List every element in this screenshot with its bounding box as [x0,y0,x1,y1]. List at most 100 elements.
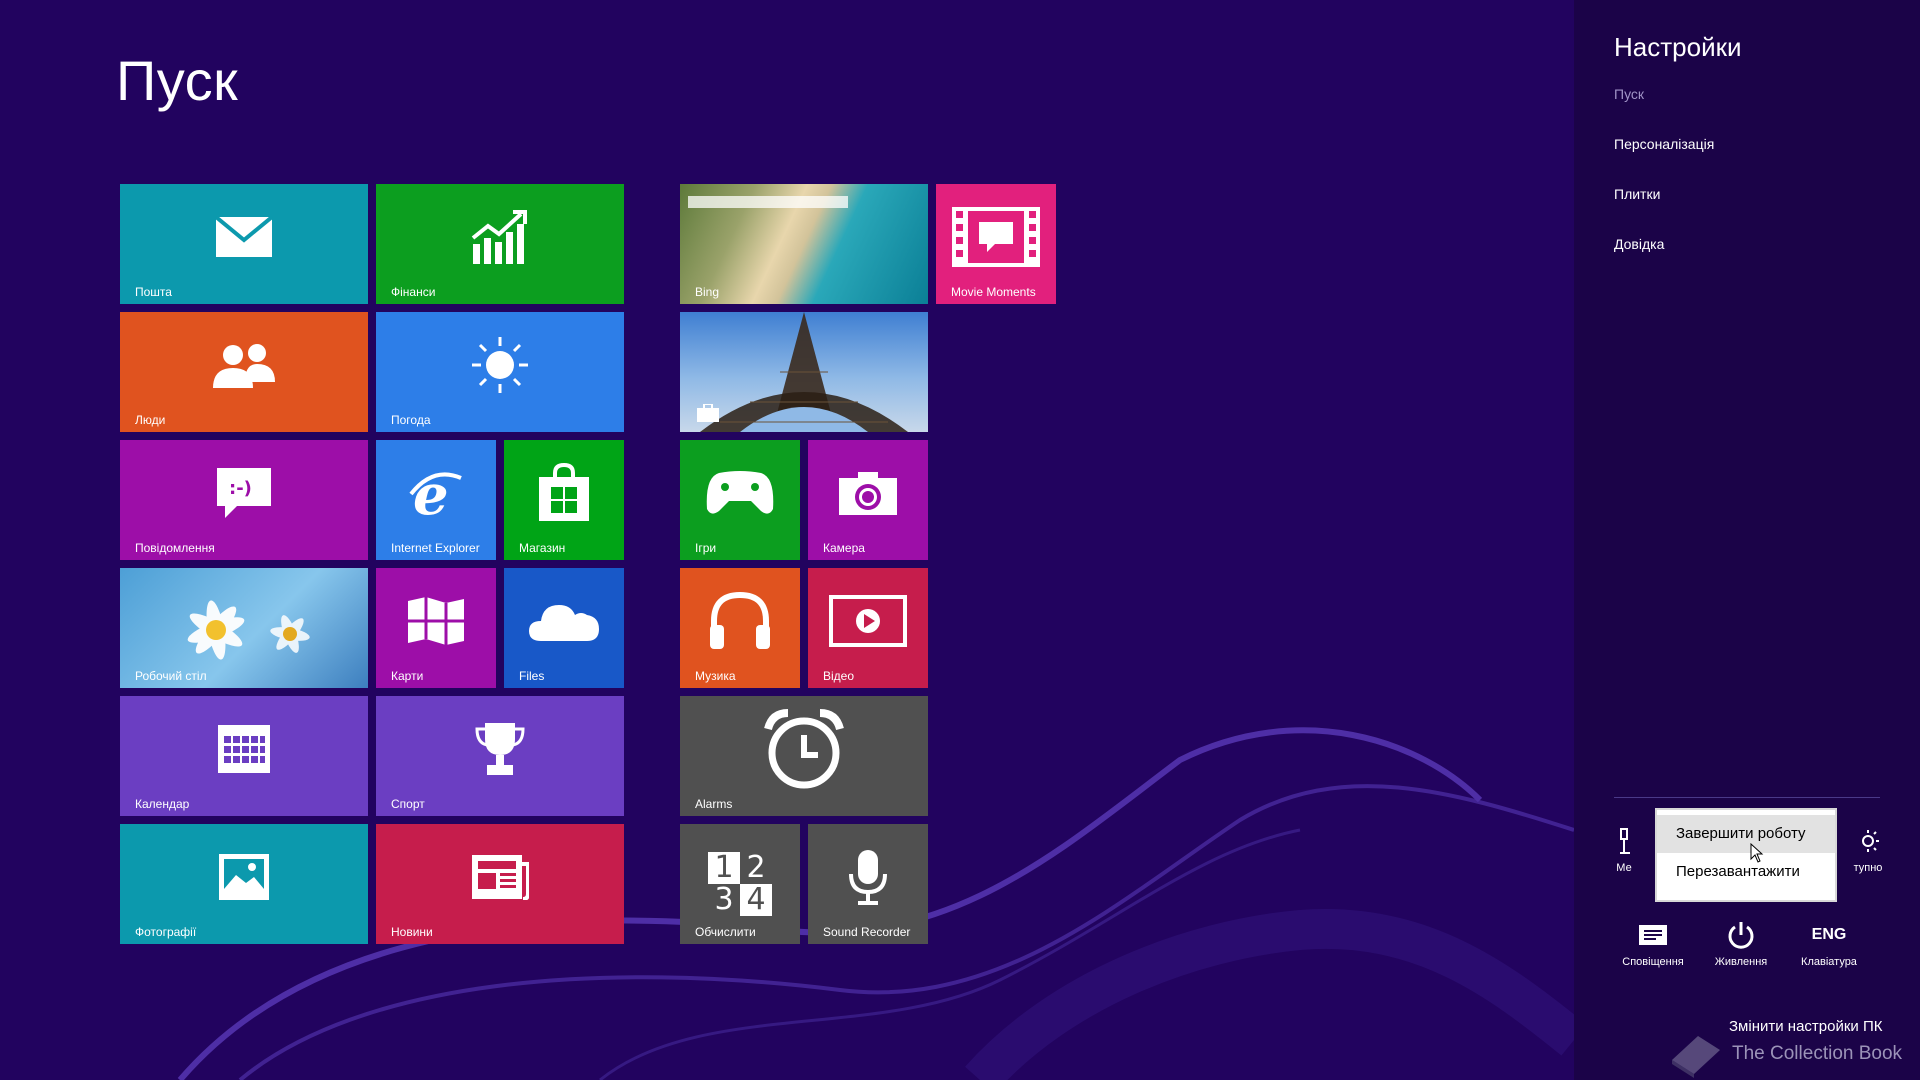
change-pc-settings-link[interactable]: Змінити настройки ПК [1729,1018,1882,1035]
tile-label: Магазин [519,541,566,555]
power-icon [1728,922,1754,949]
settings-link-help[interactable]: Довідка [1614,236,1664,252]
bing-search-box[interactable] [688,196,848,208]
start-title: Пуск [116,49,239,112]
store-bag-icon [539,462,589,521]
settings-charm-pane: Настройки Пуск Персоналізація Плитки Дов… [1574,0,1920,1080]
watermark-text: The Collection Book [1732,1043,1903,1064]
notifications-icon [1639,925,1667,945]
mail-icon [215,215,273,257]
restart-option[interactable]: Перезавантажити [1657,853,1835,891]
people-icon [213,343,275,388]
digit-three: 3 [714,882,734,917]
mouse-cursor [1750,843,1764,863]
quick-label: Ме [1616,862,1632,874]
power-menu: Завершити роботу Перезавантажити [1657,810,1835,900]
finance-chart-icon [471,209,527,264]
tile-internet-explorer[interactable]: e Internet Explorer [376,440,496,560]
digit-two: 2 [746,850,766,885]
tile-label: Люди [135,413,166,427]
quick-label: Живлення [1714,956,1768,968]
tile-desktop[interactable]: Робочий стіл [120,568,368,688]
tile-mail[interactable]: Пошта [120,184,368,304]
shutdown-option[interactable]: Завершити роботу [1657,815,1835,853]
internet-explorer-icon: e [409,464,462,522]
tile-store[interactable]: Магазин [504,440,624,560]
tile-label: Погода [391,413,431,427]
tile-label: Bing [695,285,720,299]
settings-link-start[interactable]: Пуск [1614,86,1644,102]
tile-label: Sound Recorder [823,925,911,939]
tile-calculator[interactable]: 1 2 3 4 Обчислити [680,824,800,944]
brightness-icon [1862,830,1879,852]
tile-travel[interactable] [680,312,928,432]
tile-news[interactable]: Новини [376,824,624,944]
digit-four: 4 [740,884,772,916]
tile-camera[interactable]: Камера [808,440,928,560]
digit-one: 1 [708,852,740,884]
tile-bing[interactable]: Bing [680,184,928,304]
tile-label: Музика [695,669,736,683]
quick-notifications[interactable]: Сповіщення [1608,918,1698,968]
newspaper-icon [472,854,529,900]
tile-sound-recorder[interactable]: Sound Recorder [808,824,928,944]
gamepad-icon [706,470,774,514]
tile-finance[interactable]: Фінанси [376,184,624,304]
book-watermark-icon [1672,1036,1720,1078]
headphones-icon [710,591,770,649]
tile-alarms[interactable]: Alarms [680,696,928,816]
tile-label: Обчислити [695,925,756,939]
suitcase-icon [697,404,719,422]
video-player-icon [829,594,907,647]
quick-brightness[interactable]: тупно [1838,824,1898,874]
keyboard-language-code: ENG [1811,926,1847,943]
charm-divider [1614,797,1880,798]
tile-label: Ігри [695,541,717,555]
tile-calendar[interactable]: Календар [120,696,368,816]
tile-files[interactable]: Files [504,568,624,688]
tile-label: Спорт [391,797,425,811]
tile-sports[interactable]: Спорт [376,696,624,816]
quick-label: тупно [1853,862,1883,874]
map-icon [408,596,464,645]
tile-label: Карти [391,669,424,683]
tile-video[interactable]: Відео [808,568,928,688]
calculator-digits-icon: 1 2 3 4 [708,852,772,916]
tile-messaging[interactable]: :-) Повідомлення [120,440,368,560]
settings-link-tiles[interactable]: Плитки [1614,186,1660,202]
tile-people[interactable]: Люди [120,312,368,432]
quick-network[interactable]: Ме [1594,824,1654,874]
tile-photos[interactable]: Фотографії [120,824,368,944]
tile-label: Відео [823,669,855,683]
quick-power[interactable]: Живлення [1696,918,1786,968]
tile-label: Повідомлення [135,541,215,555]
tile-label: Фотографії [135,925,197,939]
alarm-clock-icon [764,708,844,789]
tile-label: Камера [823,541,865,555]
tile-games[interactable]: Ігри [680,440,800,560]
tile-movie-moments[interactable]: Movie Moments [936,184,1056,304]
tile-weather[interactable]: Погода [376,312,624,432]
tile-label: Пошта [135,285,172,299]
camera-icon [839,471,897,515]
tile-maps[interactable]: Карти [376,568,496,688]
trophy-icon [475,722,525,775]
network-icon [1620,828,1630,854]
microphone-icon [849,849,887,905]
photo-icon [219,853,269,900]
svg-text::-): :-) [229,478,252,499]
tile-label: Новини [391,925,433,939]
quick-label: Сповіщення [1622,956,1684,968]
film-strip-icon [952,206,1040,267]
chat-bubble-icon: :-) [217,467,271,518]
tile-label: Internet Explorer [391,541,480,555]
tile-label: Movie Moments [951,285,1036,299]
tile-label: Робочий стіл [135,669,207,683]
tile-music[interactable]: Музика [680,568,800,688]
tile-label: Files [519,669,545,683]
quick-keyboard[interactable]: ENG Клавіатура [1784,918,1874,968]
settings-link-personalization[interactable]: Персоналізація [1614,136,1714,152]
cloud-icon [529,604,599,641]
tile-label: Календар [135,797,190,811]
quick-label: Клавіатура [1801,956,1857,968]
